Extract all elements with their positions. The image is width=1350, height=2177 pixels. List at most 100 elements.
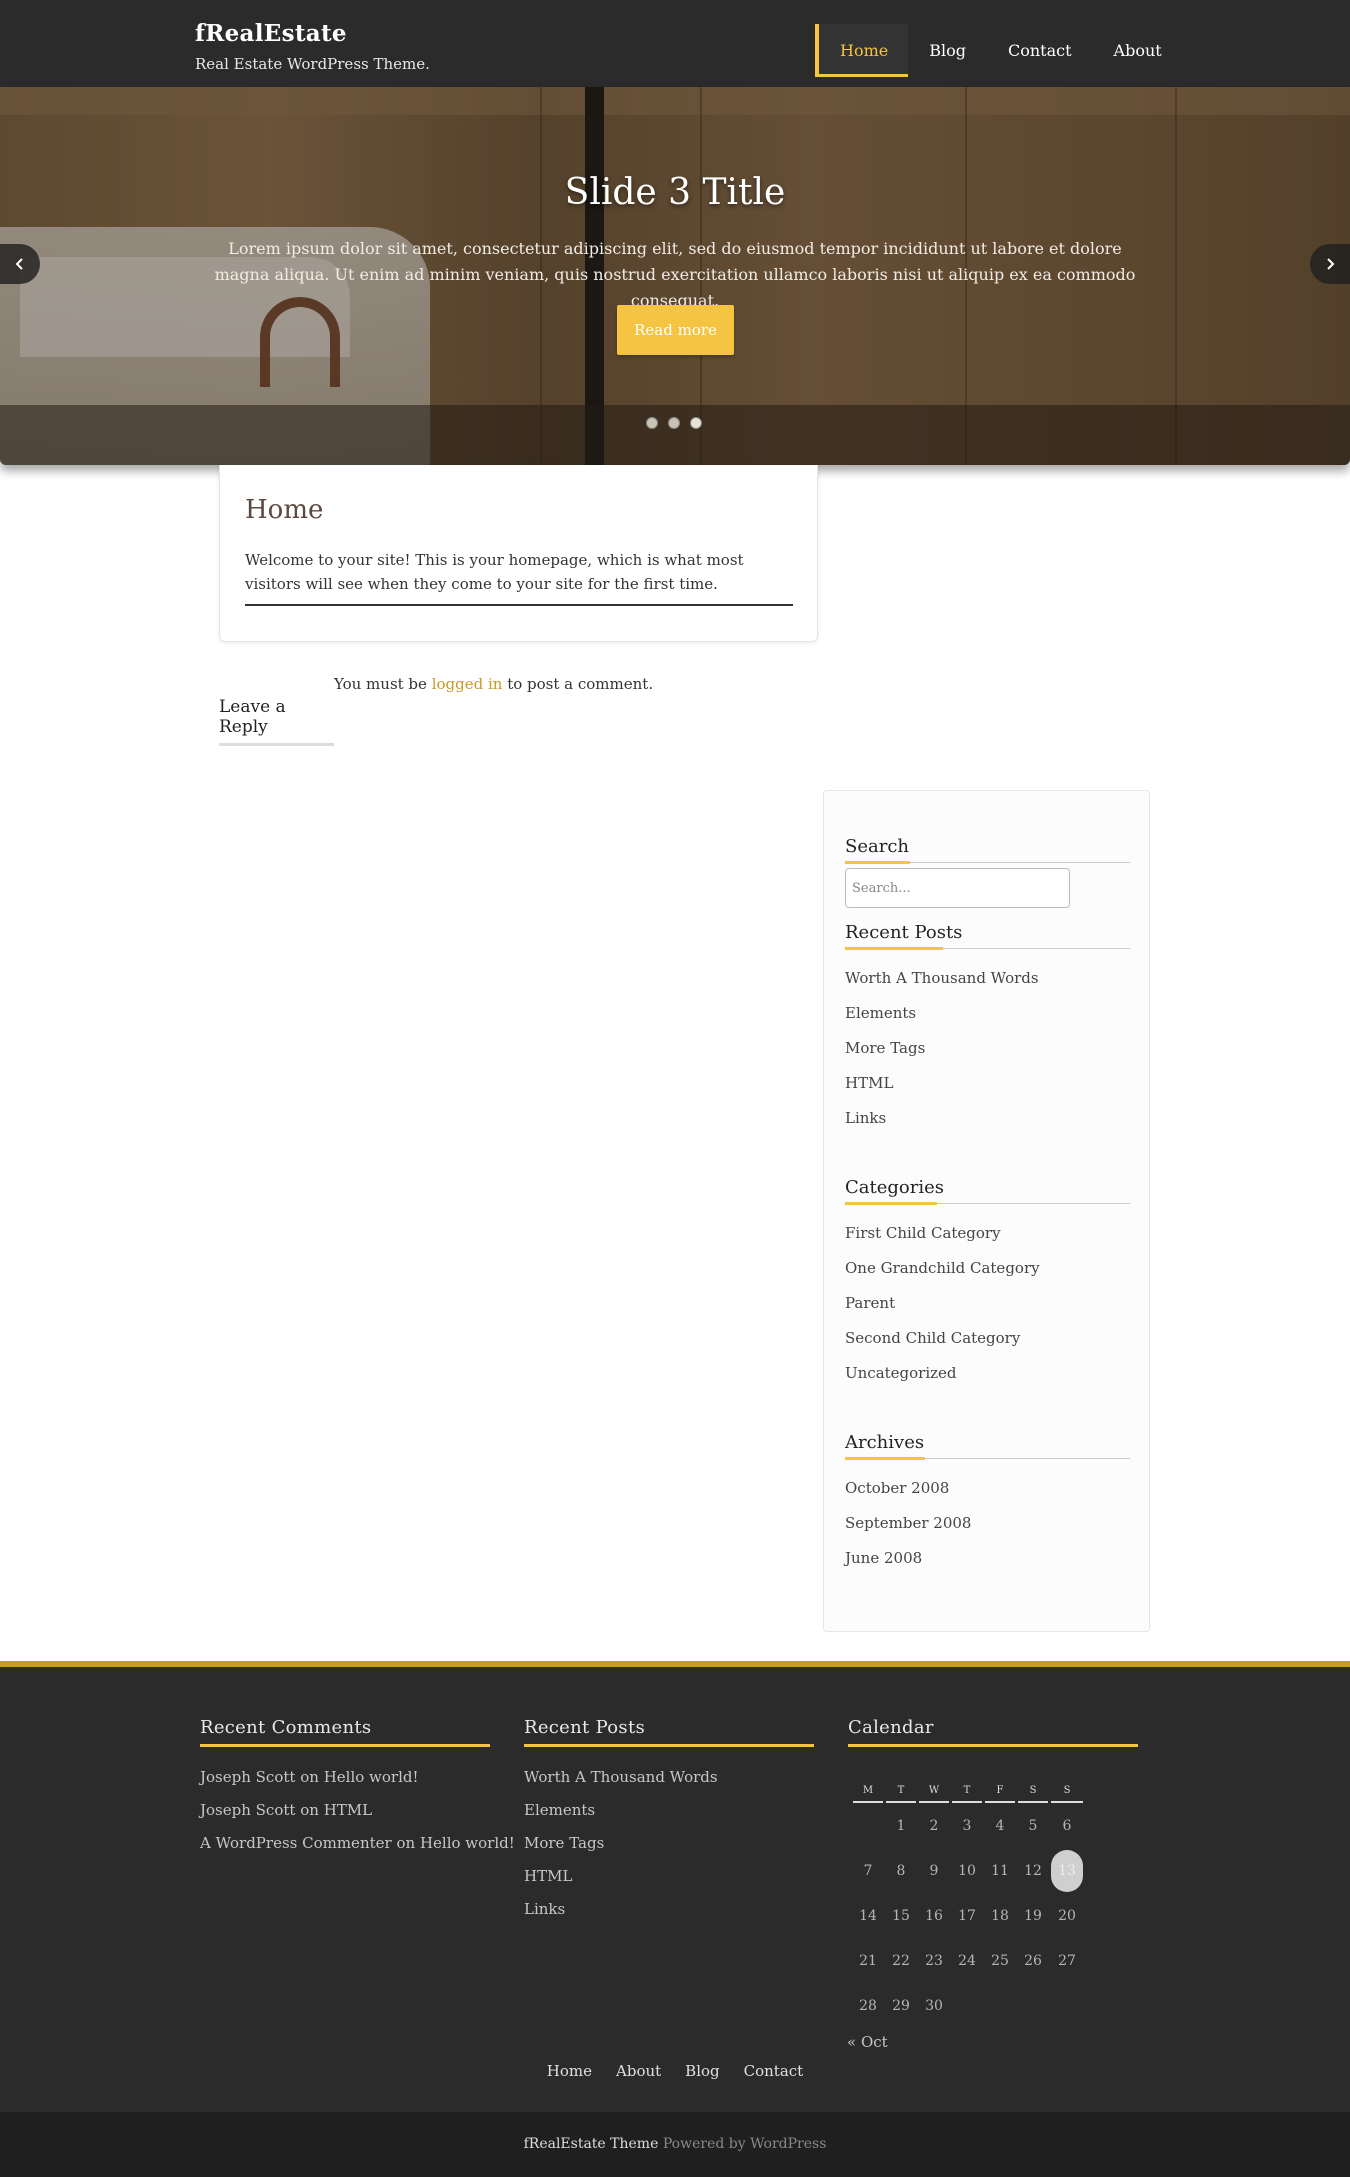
calendar-empty-cell [1051, 1983, 1083, 2028]
calendar-day: 16 [919, 1893, 949, 1938]
calendar-day: 25 [985, 1938, 1015, 1983]
slide-indicator-1[interactable] [646, 417, 658, 429]
list-item[interactable]: First Child Category [845, 1223, 1040, 1258]
nav-item-about[interactable]: About [1093, 24, 1183, 77]
footer-nav-home[interactable]: Home [547, 2062, 592, 2080]
calendar-day: 4 [985, 1803, 1015, 1848]
comment-post-link[interactable]: Hello world! [324, 1768, 419, 1786]
calendar-day-number: 10 [958, 1862, 976, 1879]
site-header: fRealEstate Real Estate WordPress Theme.… [0, 0, 1350, 87]
slide-indicator-2[interactable] [668, 417, 680, 429]
calendar-day: 28 [853, 1983, 883, 2028]
calendar-day: 21 [853, 1938, 883, 1983]
calendar-week-row: 14 15 16 17 18 19 20 [853, 1893, 1083, 1938]
calendar-day: 5 [1018, 1803, 1048, 1848]
site-tagline: Real Estate WordPress Theme. [195, 55, 430, 73]
categories-list: First Child Category One Grandchild Cate… [845, 1223, 1040, 1398]
calendar-day-number: 23 [925, 1952, 943, 1969]
calendar-day: 15 [886, 1893, 916, 1938]
comment-post-link[interactable]: HTML [324, 1801, 372, 1819]
list-item[interactable]: More Tags [845, 1038, 1039, 1073]
list-item[interactable]: Parent [845, 1293, 1040, 1328]
footer-nav-blog[interactable]: Blog [685, 2062, 719, 2080]
calendar-day: 8 [886, 1848, 916, 1893]
list-item[interactable]: Worth A Thousand Words [845, 968, 1039, 1003]
theme-credit-link[interactable]: fRealEstate Theme [524, 2136, 659, 2152]
calendar-day: 20 [1051, 1893, 1083, 1938]
list-item: Joseph Scott on HTML [200, 1801, 373, 1819]
slide-indicator-3[interactable] [690, 417, 702, 429]
slider-next-button[interactable] [1310, 244, 1350, 284]
calendar-empty-cell [1018, 1983, 1048, 2028]
comment-note-suffix: to post a comment. [502, 675, 654, 693]
calendar-empty-cell [952, 1983, 982, 2028]
calendar-day-number: 2 [929, 1817, 939, 1834]
login-link[interactable]: logged in [432, 675, 503, 693]
hero-slider: Slide 3 Title Lorem ipsum dolor sit amet… [0, 87, 1350, 465]
list-item[interactable]: Uncategorized [845, 1363, 1040, 1398]
read-more-button[interactable]: Read more [617, 305, 734, 355]
search-input[interactable] [845, 868, 1070, 908]
comment-author-link[interactable]: Joseph Scott [200, 1768, 295, 1786]
weekday-header: S [1018, 1779, 1048, 1803]
calendar-day-number: 9 [929, 1862, 939, 1879]
reply-title: Leave a Reply [219, 697, 334, 746]
comment-author-link[interactable]: Joseph Scott [200, 1801, 295, 1819]
calendar-day: 2 [919, 1803, 949, 1848]
calendar-day-number: 25 [991, 1952, 1009, 1969]
calendar-day: 6 [1051, 1803, 1083, 1848]
list-item[interactable]: Links [845, 1108, 1039, 1143]
list-item[interactable]: Worth A Thousand Words [524, 1768, 718, 1801]
calendar-day: 1 [886, 1803, 916, 1848]
list-item[interactable]: September 2008 [845, 1513, 971, 1548]
slider-prev-button[interactable] [0, 244, 40, 284]
calendar-day-number: 12 [1024, 1862, 1042, 1879]
page-body: Welcome to your site! This is your homep… [245, 551, 744, 593]
page-content-card: Home Welcome to your site! This is your … [219, 465, 818, 642]
list-item[interactable]: October 2008 [845, 1478, 971, 1513]
calendar-day: 27 [1051, 1938, 1083, 1983]
list-item[interactable]: Links [524, 1900, 718, 1933]
list-item[interactable]: Elements [845, 1003, 1039, 1038]
calendar-day-number: 20 [1058, 1907, 1076, 1924]
comment-author-link[interactable]: A WordPress Commenter [200, 1834, 392, 1852]
list-item[interactable]: Elements [524, 1801, 718, 1834]
calendar-day: 17 [952, 1893, 982, 1938]
nav-item-home[interactable]: Home [815, 24, 909, 77]
site-title[interactable]: fRealEstate [195, 20, 347, 47]
list-item[interactable]: June 2008 [845, 1548, 971, 1583]
list-item[interactable]: HTML [524, 1867, 718, 1900]
footer-recent-comments-list: Joseph Scott on Hello world! Joseph Scot… [200, 1768, 515, 1867]
calendar-day: 12 [1018, 1848, 1048, 1893]
comment-post-link[interactable]: Hello world! [420, 1834, 515, 1852]
recent-posts-list: Worth A Thousand Words Elements More Tag… [845, 968, 1039, 1143]
weekday-header: W [919, 1779, 949, 1803]
list-item[interactable]: HTML [845, 1073, 1039, 1108]
recent-posts-widget-title: Recent Posts [845, 922, 1130, 950]
calendar-table: M T W T F S S 1 2 3 4 5 6 7 8 9 10 11 12 13 14 15 16 17 1… [850, 1779, 1086, 2028]
footer-calendar-title: Calendar [848, 1717, 1138, 1747]
footer-nav-contact[interactable]: Contact [744, 2062, 804, 2080]
calendar-prev-link[interactable]: « Oct [847, 2033, 888, 2051]
nav-item-contact[interactable]: Contact [987, 24, 1093, 77]
calendar-day-number: 13 [1051, 1849, 1083, 1892]
weekday-header: M [853, 1779, 883, 1803]
slider-indicators [646, 417, 702, 429]
calendar-day-number: 11 [991, 1862, 1009, 1879]
nav-item-blog[interactable]: Blog [908, 24, 987, 77]
footer-recent-comments-title: Recent Comments [200, 1717, 490, 1747]
weekday-header: T [952, 1779, 982, 1803]
calendar-day-number: 27 [1058, 1952, 1076, 1969]
calendar-day-number: 5 [1028, 1817, 1038, 1834]
calendar-empty-cell [853, 1803, 883, 1848]
content-divider [245, 604, 793, 606]
calendar-day: 7 [853, 1848, 883, 1893]
list-item[interactable]: Second Child Category [845, 1328, 1040, 1363]
calendar-day: 18 [985, 1893, 1015, 1938]
footer-nav-about[interactable]: About [616, 2062, 661, 2080]
calendar-day: 29 [886, 1983, 916, 2028]
list-item[interactable]: More Tags [524, 1834, 718, 1867]
archives-widget-title: Archives [845, 1432, 1130, 1460]
list-item[interactable]: One Grandchild Category [845, 1258, 1040, 1293]
powered-by-link[interactable]: Powered by WordPress [663, 2136, 827, 2152]
